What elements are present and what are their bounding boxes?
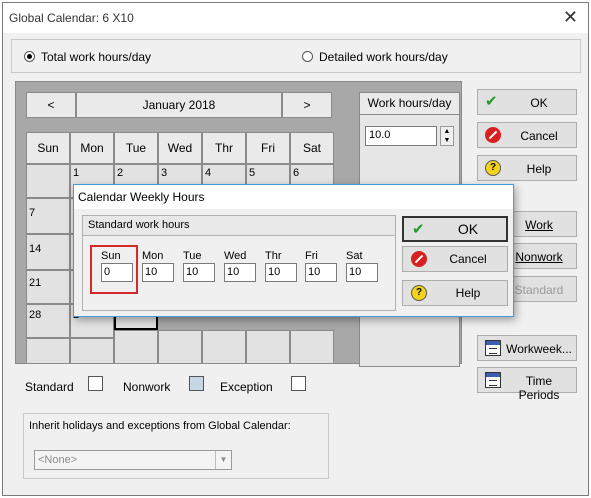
window-title: Global Calendar: 6 X10 <box>9 11 134 25</box>
inherit-label: Inherit holidays and exceptions from Glo… <box>29 420 291 432</box>
workweek-button[interactable]: Workweek... <box>477 335 577 361</box>
day-header-sat: Sat <box>290 132 334 164</box>
calendar-cell[interactable] <box>290 330 334 364</box>
calendar-icon <box>485 372 501 388</box>
time-periods-button[interactable]: Time Periods <box>477 367 577 402</box>
day-label: Fri <box>305 250 318 262</box>
close-icon[interactable]: ✕ <box>563 7 578 28</box>
calendar-icon <box>485 340 501 356</box>
calendar-cell[interactable] <box>70 338 114 364</box>
title-bar: Global Calendar: 6 X10 ✕ <box>3 3 588 33</box>
day-header-thr: Thr <box>202 132 246 164</box>
day-label: Wed <box>224 250 247 262</box>
day-label: Thr <box>265 250 282 262</box>
cancel-icon <box>411 251 427 267</box>
mon-hours-input[interactable]: 10 <box>142 263 174 282</box>
dialog-title-bar: Calendar Weekly Hours <box>74 185 513 209</box>
thr-hours-input[interactable]: 10 <box>265 263 297 282</box>
next-month-button[interactable]: > <box>282 92 332 118</box>
calendar-cell[interactable] <box>202 330 246 364</box>
highlight-box <box>90 245 138 294</box>
spin-down-icon[interactable]: ▼ <box>441 136 453 145</box>
cancel-icon <box>485 127 501 143</box>
day-header-wed: Wed <box>158 132 202 164</box>
day-header-fri: Fri <box>246 132 290 164</box>
dialog-help-button[interactable]: Help <box>402 280 508 306</box>
spin-up-icon[interactable]: ▲ <box>441 127 453 136</box>
day-label: Tue <box>183 250 202 262</box>
day-header-mon: Mon <box>70 132 114 164</box>
calendar-cell[interactable] <box>26 164 70 198</box>
legend-exception-swatch <box>291 376 306 391</box>
prev-month-button[interactable]: < <box>26 92 76 118</box>
calendar-cell[interactable]: 7 <box>26 198 70 234</box>
legend-standard-swatch <box>88 376 103 391</box>
work-hours-input[interactable]: 10.0 <box>365 126 437 146</box>
group-label: Standard work hours <box>83 216 395 236</box>
total-hours-option[interactable]: Total work hours/day <box>24 50 151 64</box>
cancel-button[interactable]: Cancel <box>477 122 577 148</box>
inherit-select[interactable]: <None> ▼ <box>34 450 232 470</box>
day-thr: Thr 10 <box>265 250 301 282</box>
calendar-cell[interactable]: 28 <box>26 304 70 338</box>
fri-hours-input[interactable]: 10 <box>305 263 337 282</box>
day-mon: Mon 10 <box>142 250 178 282</box>
inherit-group: Inherit holidays and exceptions from Glo… <box>23 413 329 479</box>
day-header-tue: Tue <box>114 132 158 164</box>
calendar-cell[interactable] <box>158 330 202 364</box>
dialog-cancel-button[interactable]: Cancel <box>402 246 508 272</box>
day-label: Mon <box>142 250 164 262</box>
weekly-hours-dialog: Calendar Weekly Hours Standard work hour… <box>73 184 514 317</box>
mode-selector: Total work hours/day Detailed work hours… <box>11 39 581 73</box>
wed-hours-input[interactable]: 10 <box>224 263 256 282</box>
sat-hours-input[interactable]: 10 <box>346 263 378 282</box>
check-icon <box>412 222 428 238</box>
detailed-hours-option[interactable]: Detailed work hours/day <box>302 50 448 64</box>
calendar-cell[interactable] <box>26 338 70 364</box>
legend-exception-label: Exception <box>220 380 273 394</box>
check-icon <box>485 94 501 110</box>
help-button[interactable]: Help <box>477 155 577 181</box>
help-icon <box>411 285 427 301</box>
ok-button[interactable]: OK <box>477 89 577 115</box>
day-header-sun: Sun <box>26 132 70 164</box>
day-sat: Sat 10 <box>346 250 382 282</box>
detailed-hours-label: Detailed work hours/day <box>319 50 448 64</box>
legend-nonwork-label: Nonwork <box>123 380 171 394</box>
dialog-ok-button[interactable]: OK <box>402 216 508 242</box>
day-wed: Wed 10 <box>224 250 260 282</box>
tue-hours-input[interactable]: 10 <box>183 263 215 282</box>
work-hours-label: Work hours/day <box>360 93 459 115</box>
month-label: January 2018 <box>76 92 282 118</box>
day-label: Sat <box>346 250 363 262</box>
calendar-cell[interactable]: 21 <box>26 270 70 304</box>
calendar-cell[interactable] <box>114 330 158 364</box>
chevron-down-icon[interactable]: ▼ <box>215 451 231 469</box>
help-icon <box>485 160 501 176</box>
day-tue: Tue 10 <box>183 250 219 282</box>
calendar-cell[interactable] <box>246 330 290 364</box>
work-hours-spinner[interactable]: ▲ ▼ <box>440 126 454 146</box>
calendar-cell[interactable]: 14 <box>26 234 70 270</box>
dialog-title: Calendar Weekly Hours <box>78 190 205 204</box>
day-fri: Fri 10 <box>305 250 341 282</box>
total-hours-radio[interactable] <box>24 51 35 62</box>
legend-nonwork-swatch <box>189 376 204 391</box>
legend-standard-label: Standard <box>25 380 74 394</box>
detailed-hours-radio[interactable] <box>302 51 313 62</box>
total-hours-label: Total work hours/day <box>41 50 152 64</box>
